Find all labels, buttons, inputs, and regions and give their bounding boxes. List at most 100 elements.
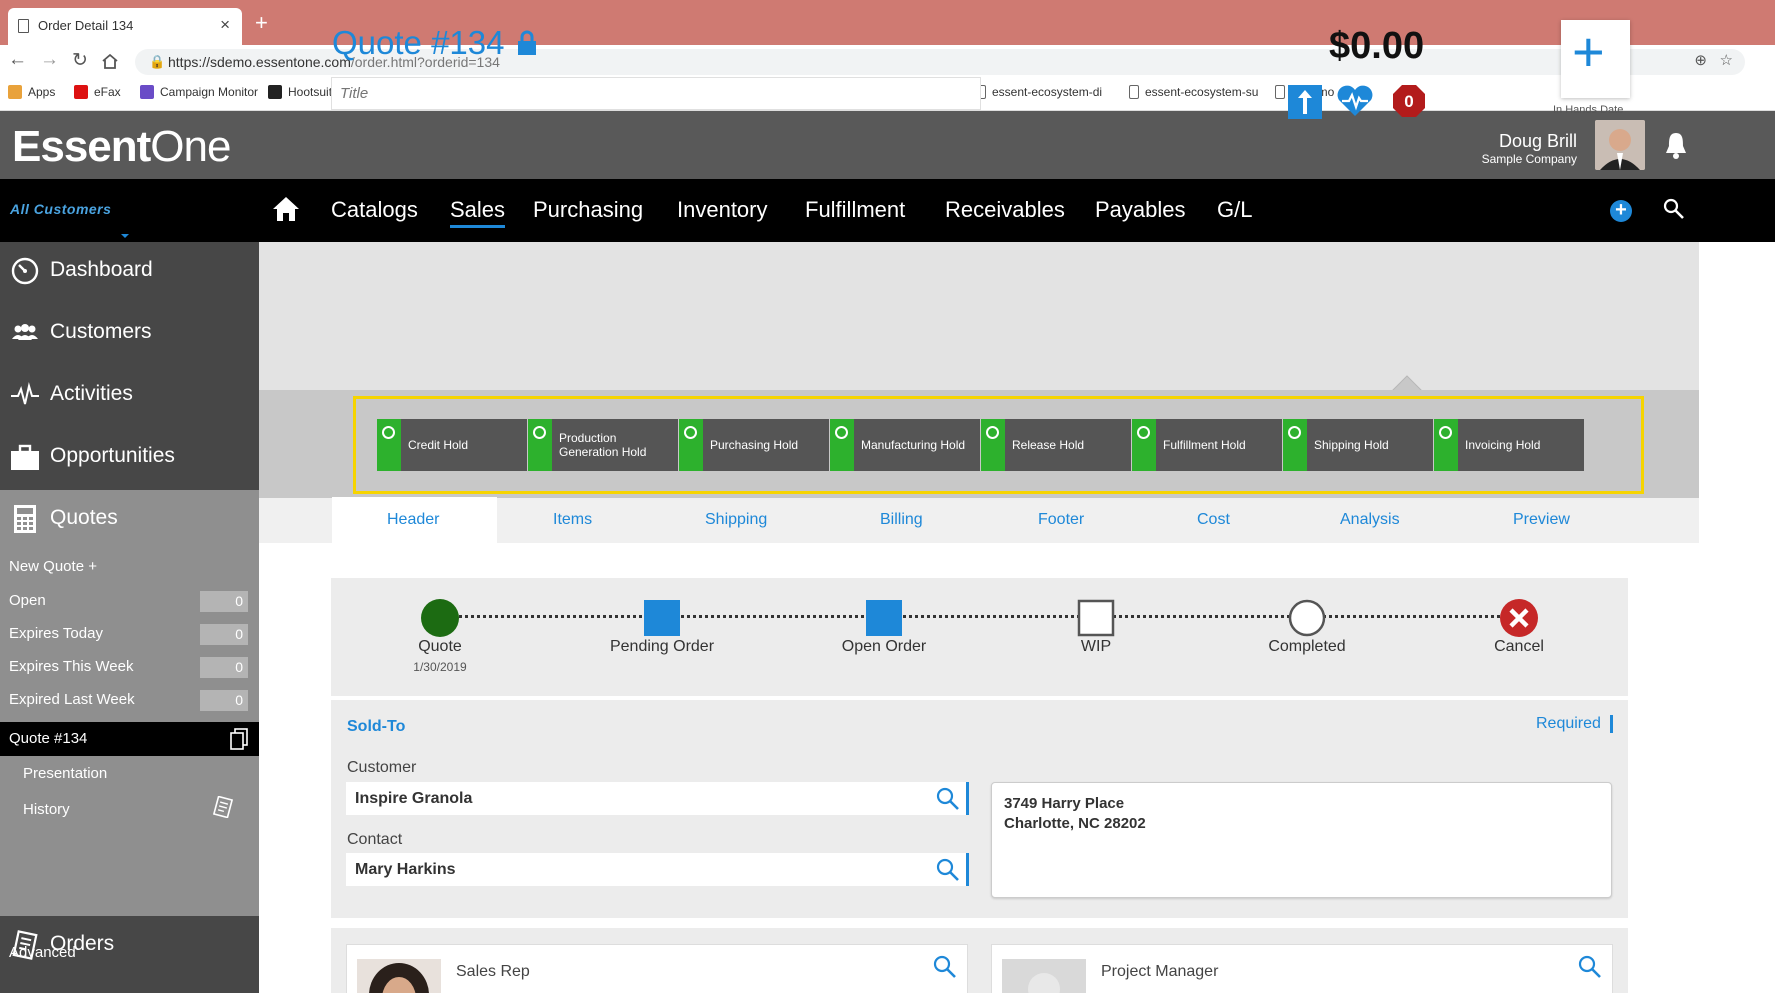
bookmark-icon (140, 85, 154, 99)
all-customers-link[interactable]: All Customers (10, 201, 111, 217)
bookmark-item[interactable]: essent-ecosystem-di (976, 85, 1102, 99)
history-icon[interactable] (212, 796, 234, 818)
back-icon[interactable]: ← (8, 49, 27, 71)
nav-purchasing[interactable]: Purchasing (533, 197, 643, 223)
contact-field[interactable]: Mary Harkins (346, 853, 969, 886)
search-icon[interactable] (1578, 955, 1602, 979)
status-step[interactable]: Completed (1227, 598, 1387, 678)
hold-label: Purchasing Hold (710, 438, 799, 452)
avatar[interactable] (1595, 120, 1645, 170)
user-name: Doug Brill (1498, 131, 1577, 151)
home-icon[interactable] (272, 195, 300, 223)
nav-inventory[interactable]: Inventory (677, 197, 768, 223)
tab-footer[interactable]: Footer (1038, 511, 1084, 529)
copy-icon[interactable] (230, 728, 248, 750)
tab-shipping[interactable]: Shipping (705, 511, 767, 529)
status-step[interactable]: Cancel (1439, 598, 1599, 678)
star-icon[interactable]: ☆ (1720, 51, 1733, 69)
search-icon[interactable] (1663, 198, 1685, 220)
status-step[interactable]: Pending Order (582, 598, 742, 678)
add-icon[interactable]: + (1610, 200, 1632, 222)
quote-filter-label[interactable]: Expires This Week (9, 658, 134, 675)
user-info[interactable]: Doug Brill Sample Company (1482, 131, 1577, 166)
bookmark-item[interactable]: essent-ecosystem-su (1129, 85, 1258, 99)
sidebar-item-dashboard[interactable]: Dashboard (0, 242, 259, 304)
project-manager-card[interactable]: Project Manager (991, 944, 1613, 993)
hold-item[interactable]: Credit Hold (377, 419, 527, 471)
status-step[interactable]: Open Order (804, 598, 964, 678)
filled-circle-icon (421, 599, 459, 637)
sidebar-item-quotes[interactable]: Quotes (0, 490, 259, 552)
hold-item[interactable]: Production Generation Hold (528, 419, 678, 471)
sidebar-item-activities[interactable]: Activities (0, 366, 259, 428)
presentation-link[interactable]: Presentation (23, 765, 107, 782)
nav-fulfillment[interactable]: Fulfillment (805, 197, 905, 223)
nav-receivables[interactable]: Receivables (945, 197, 1065, 223)
tab-items[interactable]: Items (553, 511, 592, 529)
forward-icon[interactable]: → (40, 49, 59, 71)
upload-arrow-icon[interactable] (1288, 85, 1322, 119)
tab-cost[interactable]: Cost (1197, 511, 1230, 529)
tab-billing[interactable]: Billing (880, 511, 923, 529)
nav-payables[interactable]: Payables (1095, 197, 1186, 223)
quote-filter-label[interactable]: Expires Today (9, 625, 103, 642)
close-icon[interactable]: × (220, 15, 230, 35)
hold-item[interactable]: Invoicing Hold (1434, 419, 1584, 471)
browser-tab[interactable]: Order Detail 134 × (8, 8, 242, 45)
bookmark-item[interactable]: eFax (74, 85, 121, 99)
new-tab-icon[interactable]: + (255, 10, 268, 36)
customer-field[interactable]: Inspire Granola (346, 782, 969, 815)
customer-value: Inspire Granola (355, 790, 473, 807)
zoom-icon[interactable]: ⊕ (1694, 51, 1707, 69)
tab-header[interactable]: Header (387, 511, 439, 529)
health-heart-icon[interactable] (1336, 84, 1374, 118)
home-icon[interactable] (101, 53, 119, 70)
lock-icon[interactable] (516, 29, 538, 56)
status-label: Completed (1268, 638, 1346, 655)
title-input[interactable] (331, 77, 981, 110)
sales-rep-card[interactable]: Sales Rep (346, 944, 968, 993)
quote-filter-label[interactable]: Expired Last Week (9, 691, 135, 708)
status-step[interactable]: WIP (1016, 598, 1176, 678)
briefcase-icon (11, 444, 39, 470)
hold-label: Fulfillment Hold (1163, 438, 1246, 452)
nav-gl[interactable]: G/L (1217, 197, 1252, 223)
status-step[interactable]: Quote 1/30/2019 (360, 598, 520, 678)
alert-octagon-icon[interactable]: 0 (1392, 84, 1426, 118)
search-icon[interactable] (936, 858, 960, 882)
quote-filter-label[interactable]: Open (9, 592, 46, 609)
history-link[interactable]: History (23, 801, 70, 818)
circle-icon (986, 426, 999, 439)
new-quote-link[interactable]: New Quote + (9, 558, 97, 575)
hold-label: Shipping Hold (1314, 438, 1389, 452)
tab-analysis[interactable]: Analysis (1340, 511, 1400, 529)
empty-circle-icon (1288, 599, 1326, 637)
sidebar-item-customers[interactable]: Customers (0, 304, 259, 366)
sidebar-item-current-quote[interactable]: Quote #134 (0, 722, 259, 756)
sidebar-item-orders[interactable]: Orders (0, 916, 259, 978)
status-panel (331, 578, 1628, 696)
in-hands-date-button[interactable]: + (1561, 20, 1630, 98)
sidebar-item-label: Opportunities (50, 444, 175, 467)
hold-item[interactable]: Fulfillment Hold (1132, 419, 1282, 471)
bookmark-item[interactable]: Apps (8, 85, 55, 99)
bell-icon[interactable] (1663, 130, 1689, 160)
hold-item[interactable]: Manufacturing Hold (830, 419, 980, 471)
circle-icon (1439, 426, 1452, 439)
project-manager-label: Project Manager (1101, 963, 1219, 980)
bookmark-label: Apps (28, 85, 56, 99)
search-icon[interactable] (936, 787, 960, 811)
tab-preview[interactable]: Preview (1513, 511, 1570, 529)
reload-icon[interactable]: ↻ (72, 49, 88, 72)
search-icon[interactable] (933, 955, 957, 979)
nav-catalogs[interactable]: Catalogs (331, 197, 418, 223)
hold-item[interactable]: Shipping Hold (1283, 419, 1433, 471)
current-quote-label: Quote #134 (9, 730, 88, 747)
bookmark-item[interactable]: Campaign Monitor (140, 85, 258, 99)
address-box[interactable]: 3749 Harry Place Charlotte, NC 28202 (991, 782, 1612, 898)
hold-item[interactable]: Purchasing Hold (679, 419, 829, 471)
bookmark-item[interactable]: Hootsuite (268, 85, 339, 99)
hold-item[interactable]: Release Hold (981, 419, 1131, 471)
sidebar-item-opportunities[interactable]: Opportunities (0, 428, 259, 490)
nav-sales[interactable]: Sales (450, 197, 506, 228)
